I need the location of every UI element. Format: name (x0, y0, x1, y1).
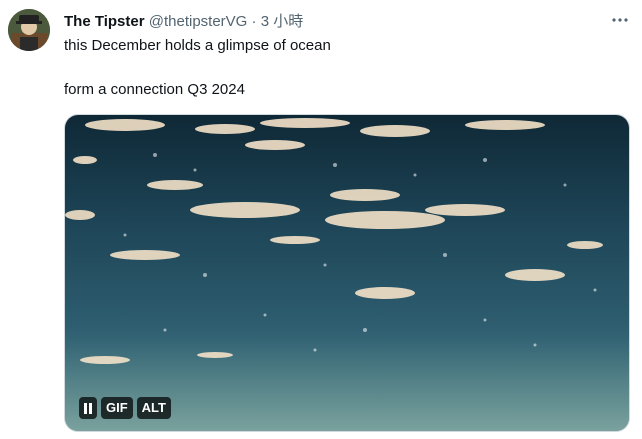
ocean-gif-image (65, 115, 629, 431)
author-handle[interactable]: @thetipsterVG (149, 13, 248, 30)
avatar-image (8, 9, 50, 51)
alt-text-button[interactable]: ALT (136, 397, 171, 419)
tweet-text-line-2: form a connection Q3 2024 (64, 81, 245, 98)
gif-badge: GIF (101, 397, 133, 419)
tweet-header: The Tipster @thetipsterVG · 3 小時 (64, 12, 303, 32)
media-controls: GIF ALT (79, 397, 171, 419)
tweet-text-line-1: this December holds a glimpse of ocean (64, 37, 331, 54)
pause-icon (84, 402, 92, 414)
author-name[interactable]: The Tipster (64, 13, 145, 30)
more-horizontal-icon (612, 18, 628, 22)
more-button[interactable] (606, 10, 634, 30)
pause-button[interactable] (79, 397, 97, 419)
avatar[interactable] (8, 9, 50, 51)
timestamp[interactable]: 3 小時 (261, 13, 304, 30)
gif-media[interactable]: GIF ALT (64, 114, 630, 432)
separator-dot: · (251, 13, 257, 30)
